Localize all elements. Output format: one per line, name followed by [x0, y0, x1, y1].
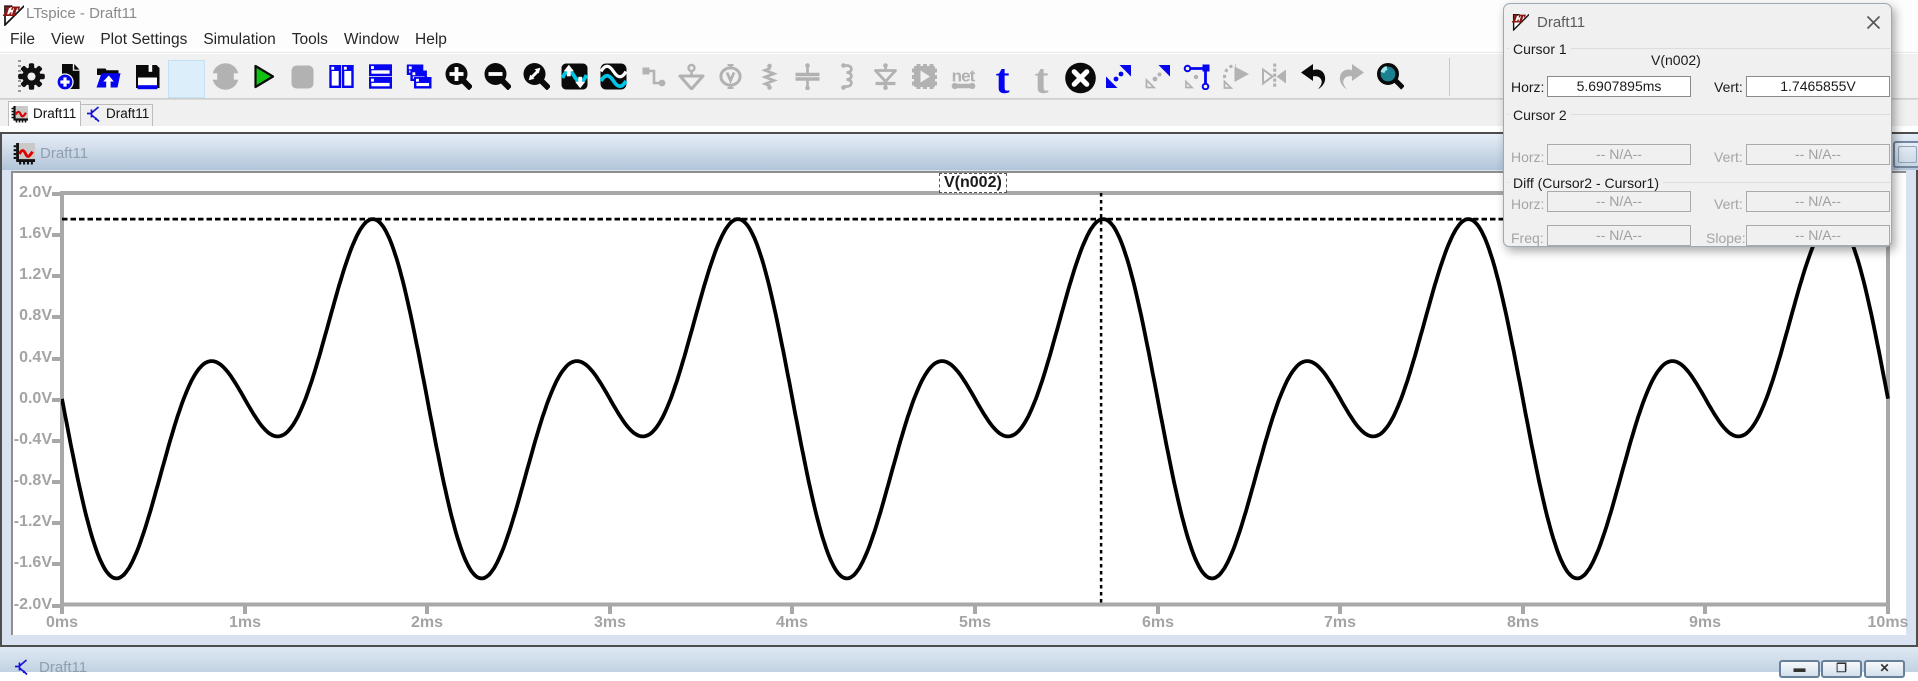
svg-text:LT: LT [3, 3, 21, 18]
svg-text:t: t [1035, 57, 1049, 103]
svg-text:net: net [952, 67, 976, 86]
svg-text:LT: LT [1512, 14, 1526, 25]
svg-text:t: t [996, 57, 1010, 103]
